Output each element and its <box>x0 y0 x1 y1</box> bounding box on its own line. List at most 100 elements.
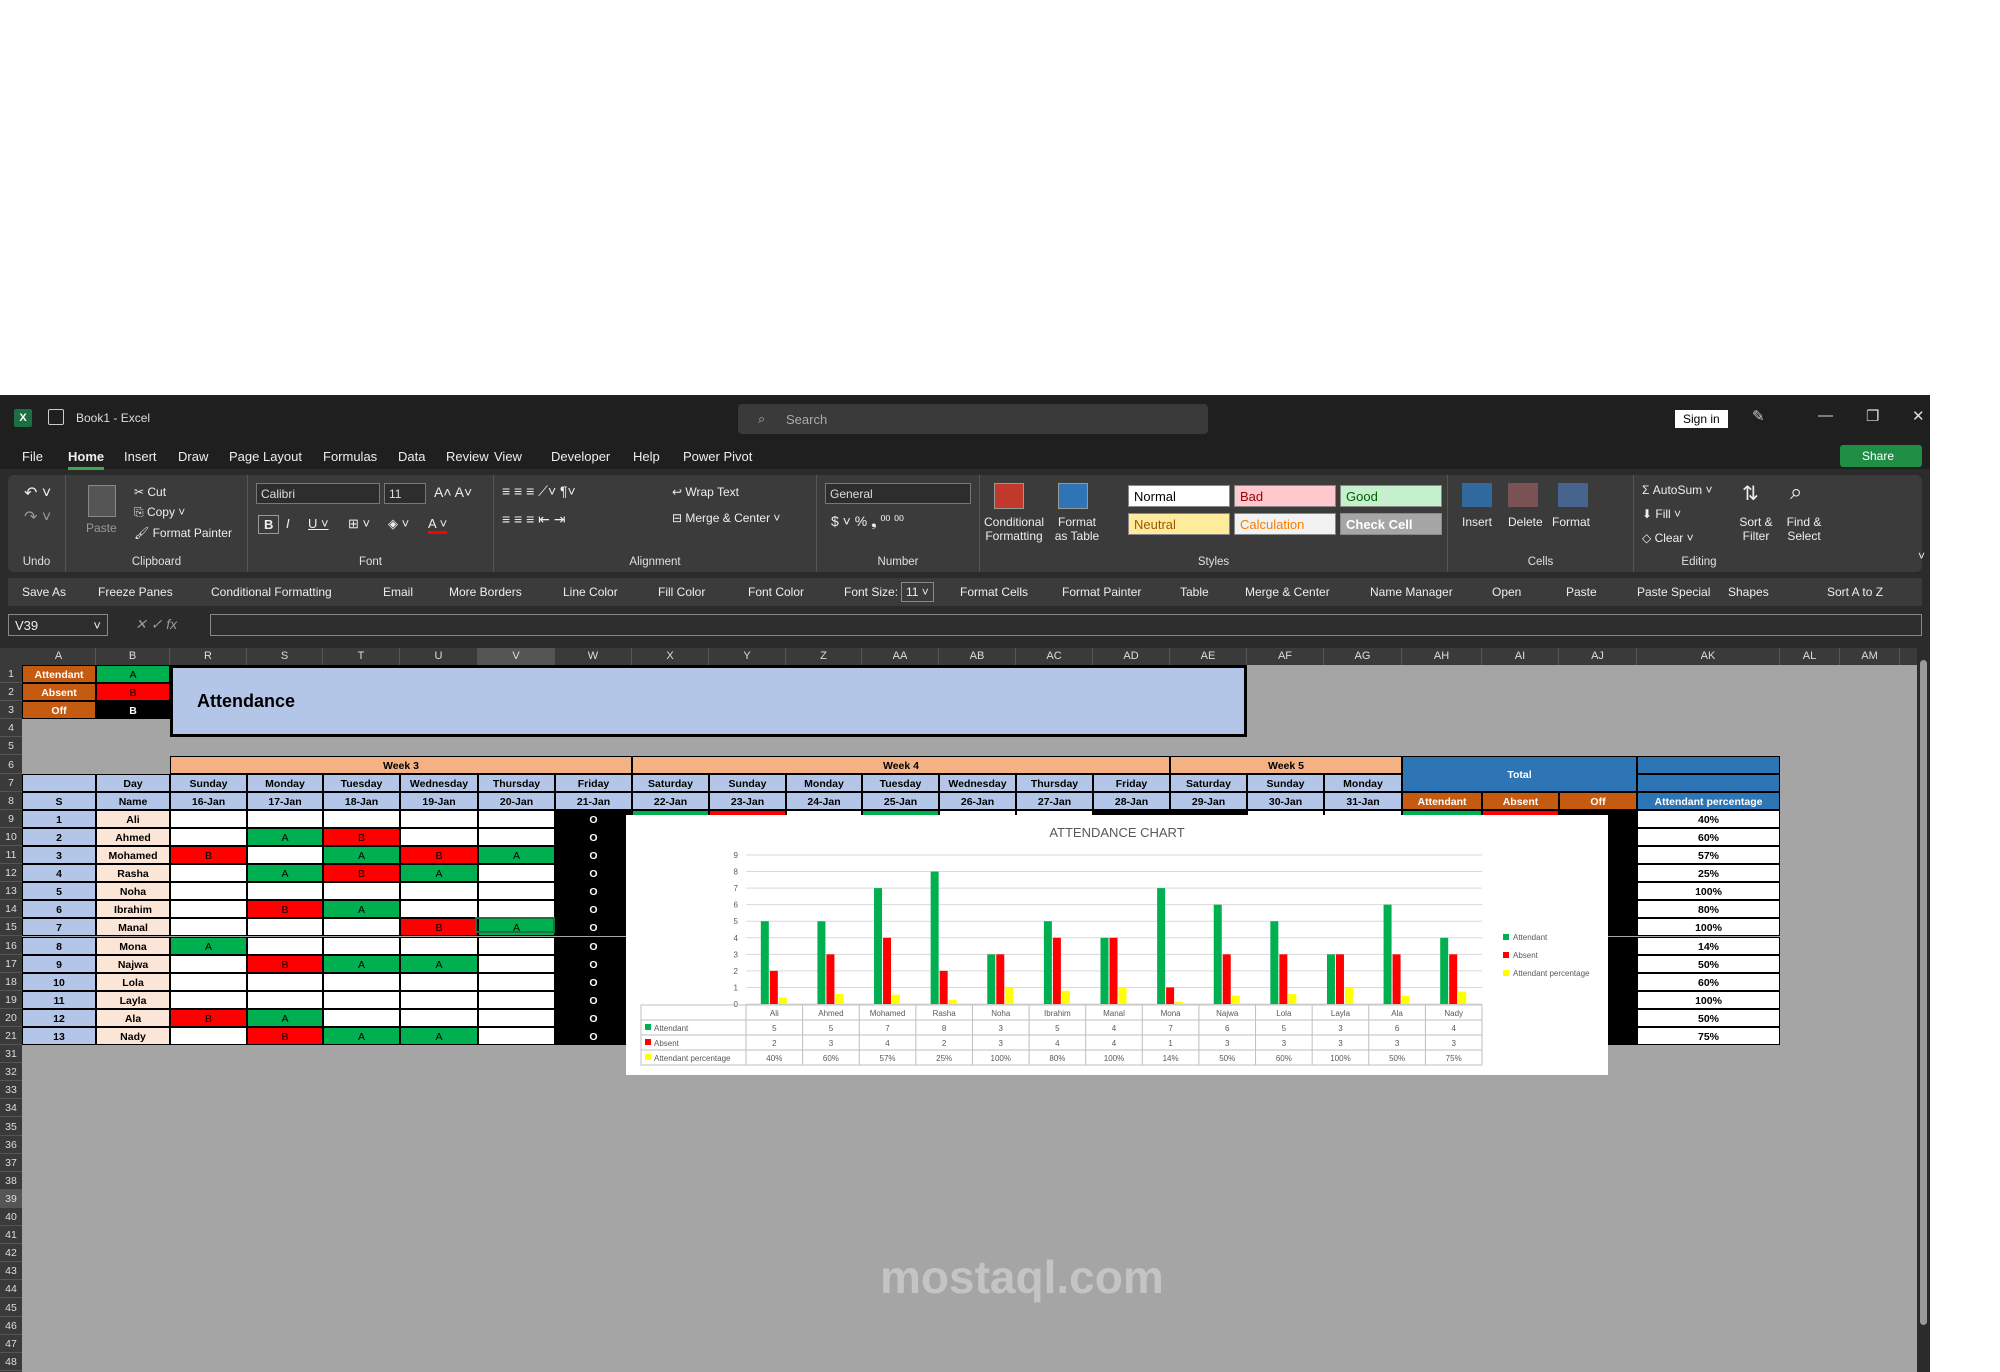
row-header-13[interactable]: 13 <box>0 882 22 901</box>
row-header-16[interactable]: 16 <box>0 937 22 955</box>
font-color-icon[interactable]: A ˅ <box>428 516 448 534</box>
qat-font-size-select[interactable]: 11 ˅ <box>901 582 934 602</box>
font-name-select[interactable]: Calibri <box>256 483 380 504</box>
menu-help[interactable]: Help <box>633 449 660 464</box>
insert-button[interactable]: Insert <box>1462 515 1492 529</box>
col-header-Z[interactable]: Z <box>786 648 862 665</box>
merge-center-button[interactable]: ⊟ Merge & Center ˅ <box>672 511 780 525</box>
style-normal[interactable]: Normal <box>1128 485 1230 507</box>
row-header-20[interactable]: 20 <box>0 1009 22 1027</box>
row-header-9[interactable]: 9 <box>0 810 22 828</box>
col-header-Y[interactable]: Y <box>709 648 786 665</box>
pen-icon[interactable]: ✎ <box>1752 407 1765 425</box>
row-header-42[interactable]: 42 <box>0 1244 22 1263</box>
qat-font-color[interactable]: Font Color <box>748 585 804 599</box>
col-header-AF[interactable]: AF <box>1247 648 1324 665</box>
format-button[interactable]: Format <box>1552 515 1590 529</box>
qat-freeze-panes[interactable]: Freeze Panes <box>98 585 173 599</box>
formula-input[interactable] <box>210 614 1922 636</box>
scrollbar-thumb[interactable] <box>1920 660 1927 1325</box>
row-header-36[interactable]: 36 <box>0 1136 22 1154</box>
align-top-icon[interactable]: ≡ ≡ ≡ ⟋˅ ¶˅ <box>502 483 576 500</box>
col-header-AK[interactable]: AK <box>1637 648 1780 665</box>
col-header-AM[interactable]: AM <box>1840 648 1900 665</box>
row-header-40[interactable]: 40 <box>0 1208 22 1227</box>
italic-button[interactable]: I <box>286 516 290 531</box>
qat-fill-color[interactable]: Fill Color <box>658 585 705 599</box>
row-header-7[interactable]: 7 <box>0 774 22 792</box>
menu-developer[interactable]: Developer <box>551 449 610 464</box>
menu-formulas[interactable]: Formulas <box>323 449 377 464</box>
col-header-AJ[interactable]: AJ <box>1559 648 1637 665</box>
paste-button[interactable]: Paste <box>86 521 117 535</box>
align-left-icon[interactable]: ≡ ≡ ≡ ⇤ ⇥ <box>502 511 566 528</box>
delete-icon[interactable] <box>1508 483 1538 507</box>
qat-conditional-formatting[interactable]: Conditional Formatting <box>211 585 332 599</box>
row-header-43[interactable]: 43 <box>0 1262 22 1281</box>
row-header-32[interactable]: 32 <box>0 1063 22 1082</box>
restore-icon[interactable]: ❐ <box>1866 407 1879 425</box>
borders-icon[interactable]: ⊞ ˅ <box>348 516 370 532</box>
col-header-AH[interactable]: AH <box>1402 648 1482 665</box>
format-painter-button[interactable]: 🖌 Format Painter <box>134 526 232 540</box>
menu-power-pivot[interactable]: Power Pivot <box>683 449 752 464</box>
row-header-10[interactable]: 10 <box>0 828 22 846</box>
col-header-U[interactable]: U <box>400 648 478 665</box>
col-header-V[interactable]: V <box>478 648 555 665</box>
menu-page-layout[interactable]: Page Layout <box>229 449 302 464</box>
conditional-formatting-icon[interactable] <box>994 483 1024 509</box>
qat-email[interactable]: Email <box>383 585 413 599</box>
row-header-8[interactable]: 8 <box>0 792 22 810</box>
row-header-4[interactable]: 4 <box>0 719 22 738</box>
row-header-21[interactable]: 21 <box>0 1027 22 1046</box>
bold-button[interactable]: B <box>258 515 280 534</box>
sort-filter-icon[interactable]: ⇅ <box>1742 481 1759 506</box>
menu-home[interactable]: Home <box>68 449 105 470</box>
row-header-11[interactable]: 11 <box>0 846 22 865</box>
row-header-6[interactable]: 6 <box>0 756 22 774</box>
qat-format-cells[interactable]: Format Cells <box>960 585 1028 599</box>
menu-data[interactable]: Data <box>398 449 425 464</box>
row-header-41[interactable]: 41 <box>0 1226 22 1245</box>
search-box[interactable]: ⌕ Search <box>738 404 1208 434</box>
row-header-15[interactable]: 15 <box>0 918 22 937</box>
style-bad[interactable]: Bad <box>1234 485 1336 507</box>
row-header-31[interactable]: 31 <box>0 1045 22 1064</box>
qat-format-painter[interactable]: Format Painter <box>1062 585 1141 599</box>
qat-sort-a-to-z[interactable]: Sort A to Z <box>1827 585 1883 599</box>
row-header-1[interactable]: 1 <box>0 665 22 684</box>
style-neutral[interactable]: Neutral <box>1128 513 1230 535</box>
menu-insert[interactable]: Insert <box>124 449 157 464</box>
collapse-ribbon-icon[interactable]: ˅ <box>1918 549 1925 563</box>
col-header-AC[interactable]: AC <box>1016 648 1093 665</box>
row-header-45[interactable]: 45 <box>0 1299 22 1317</box>
row-header-12[interactable]: 12 <box>0 864 22 883</box>
qat-merge-center[interactable]: Merge & Center <box>1245 585 1330 599</box>
row-header-39[interactable]: 39 <box>0 1189 22 1208</box>
insert-icon[interactable] <box>1462 483 1492 507</box>
row-header-19[interactable]: 19 <box>0 991 22 1009</box>
vertical-scrollbar[interactable] <box>1917 648 1930 1372</box>
qat-paste-special[interactable]: Paste Special <box>1637 585 1710 599</box>
col-header-AI[interactable]: AI <box>1482 648 1559 665</box>
currency-icon[interactable]: $ ˅ % ❟ ⁰⁰ ⁰⁰ <box>831 513 904 530</box>
col-header-AB[interactable]: AB <box>939 648 1016 665</box>
qat-open[interactable]: Open <box>1492 585 1521 599</box>
minimize-icon[interactable]: — <box>1818 407 1833 424</box>
row-header-44[interactable]: 44 <box>0 1280 22 1299</box>
undo-icon[interactable]: ↶ ˅ <box>24 483 51 503</box>
col-header-B[interactable]: B <box>96 648 170 665</box>
fill-button[interactable]: ⬇ Fill ˅ <box>1642 507 1681 521</box>
clear-button[interactable]: ◇ Clear ˅ <box>1642 531 1694 545</box>
row-header-47[interactable]: 47 <box>0 1335 22 1353</box>
style-calculation[interactable]: Calculation <box>1234 513 1336 535</box>
row-header-3[interactable]: 3 <box>0 701 22 720</box>
menu-file[interactable]: File <box>22 449 43 464</box>
qat-line-color[interactable]: Line Color <box>563 585 618 599</box>
style-good[interactable]: Good <box>1340 485 1442 507</box>
qat-more-borders[interactable]: More Borders <box>449 585 522 599</box>
find-select-button[interactable]: Find & Select <box>1780 515 1828 543</box>
row-header-48[interactable]: 48 <box>0 1353 22 1371</box>
qat-name-manager[interactable]: Name Manager <box>1370 585 1453 599</box>
qat-font-size-[interactable]: Font Size: <box>844 585 898 599</box>
